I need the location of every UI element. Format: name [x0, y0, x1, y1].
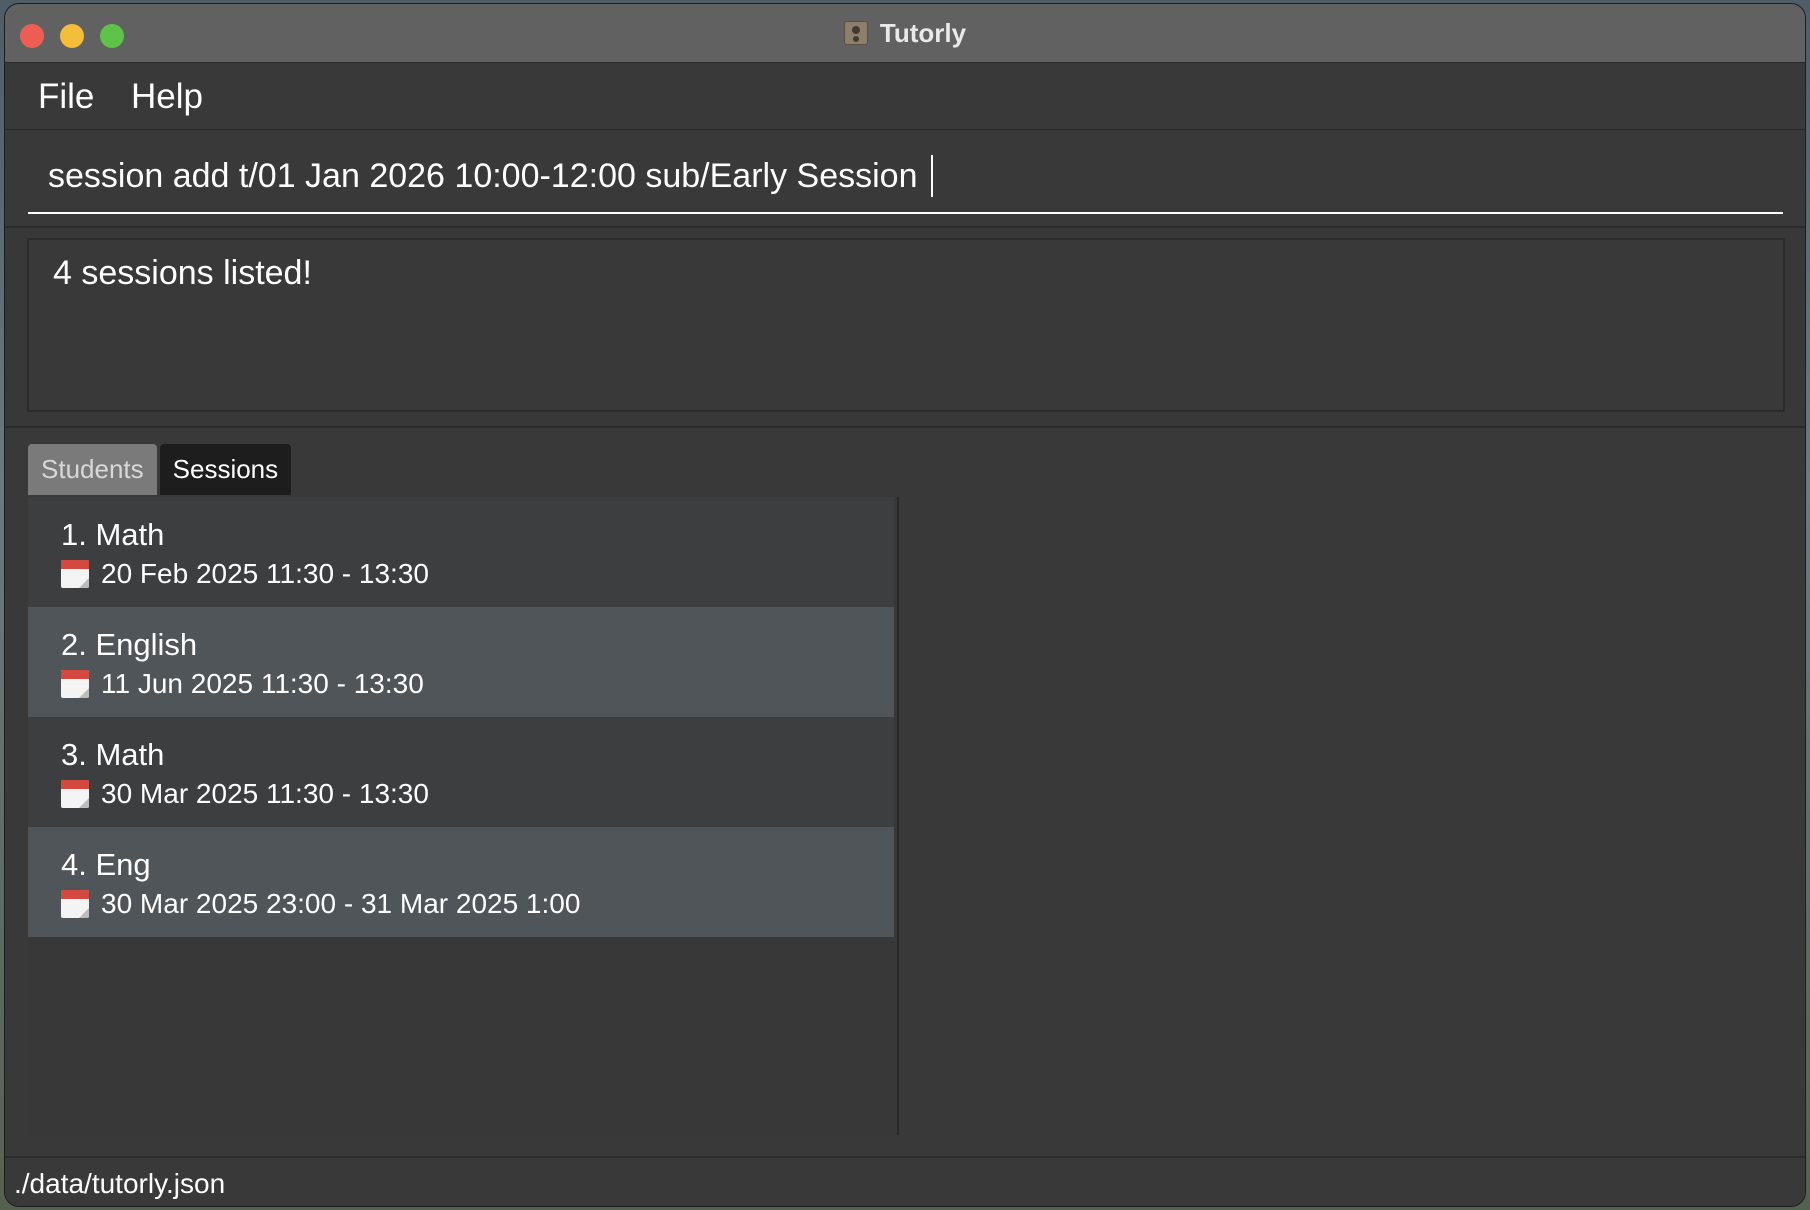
- text-caret: [931, 155, 934, 197]
- window-title: Tutorly: [879, 17, 967, 48]
- data-file-path: ./data/tutorly.json: [14, 1168, 226, 1199]
- session-time: 30 Mar 2025 23:00 - 31 Mar 2025 1:00: [101, 888, 581, 919]
- command-input[interactable]: session add t/01 Jan 2026 10:00-12:00 su…: [28, 140, 1783, 214]
- session-title: 4. Eng: [61, 847, 151, 882]
- title-bar: Tutorly: [5, 4, 1805, 63]
- session-card[interactable]: 2. English 11 Jun 2025 11:30 - 13:30: [28, 607, 894, 717]
- window-title-group: Tutorly: [5, 4, 1805, 62]
- command-input-text: session add t/01 Jan 2026 10:00-12:00 su…: [48, 156, 918, 195]
- tab-students[interactable]: Students: [28, 444, 157, 495]
- command-section: session add t/01 Jan 2026 10:00-12:00 su…: [5, 130, 1805, 228]
- result-display: 4 sessions listed!: [27, 238, 1785, 412]
- session-time-row: 11 Jun 2025 11:30 - 13:30: [61, 668, 424, 700]
- menu-bar: File Help: [5, 63, 1805, 130]
- session-time: 11 Jun 2025 11:30 - 13:30: [101, 668, 424, 699]
- session-list[interactable]: 1. Math 20 Feb 2025 11:30 - 13:30 2. Eng…: [28, 497, 899, 1135]
- desktop-background: Tutorly File Help session add t/01 Jan 2…: [0, 0, 1810, 1210]
- session-title: 3. Math: [61, 737, 165, 772]
- session-time-row: 30 Mar 2025 11:30 - 13:30: [61, 778, 429, 810]
- session-time-row: 30 Mar 2025 23:00 - 31 Mar 2025 1:00: [61, 888, 580, 920]
- session-time: 20 Feb 2025 11:30 - 13:30: [101, 558, 429, 589]
- status-bar: ./data/tutorly.json: [5, 1156, 1805, 1206]
- calendar-icon: [61, 780, 89, 808]
- contact-book-icon: [843, 21, 868, 45]
- session-title: 2. English: [61, 627, 198, 662]
- tab-bar: Students Sessions: [28, 444, 292, 495]
- session-title: 1. Math: [61, 517, 165, 552]
- result-message: 4 sessions listed!: [53, 254, 312, 292]
- session-time-row: 20 Feb 2025 11:30 - 13:30: [61, 558, 429, 590]
- result-section: 4 sessions listed!: [5, 228, 1805, 428]
- calendar-icon: [61, 560, 89, 588]
- menu-file[interactable]: File: [38, 77, 94, 117]
- session-time: 30 Mar 2025 11:30 - 13:30: [101, 778, 429, 809]
- session-card[interactable]: 4. Eng 30 Mar 2025 23:00 - 31 Mar 2025 1…: [28, 827, 894, 937]
- calendar-icon: [61, 670, 89, 698]
- session-card[interactable]: 1. Math 20 Feb 2025 11:30 - 13:30: [28, 497, 894, 607]
- tab-sessions[interactable]: Sessions: [159, 444, 292, 495]
- menu-help[interactable]: Help: [131, 77, 203, 117]
- session-card[interactable]: 3. Math 30 Mar 2025 11:30 - 13:30: [28, 717, 894, 827]
- calendar-icon: [61, 890, 89, 918]
- app-window: Tutorly File Help session add t/01 Jan 2…: [5, 4, 1805, 1206]
